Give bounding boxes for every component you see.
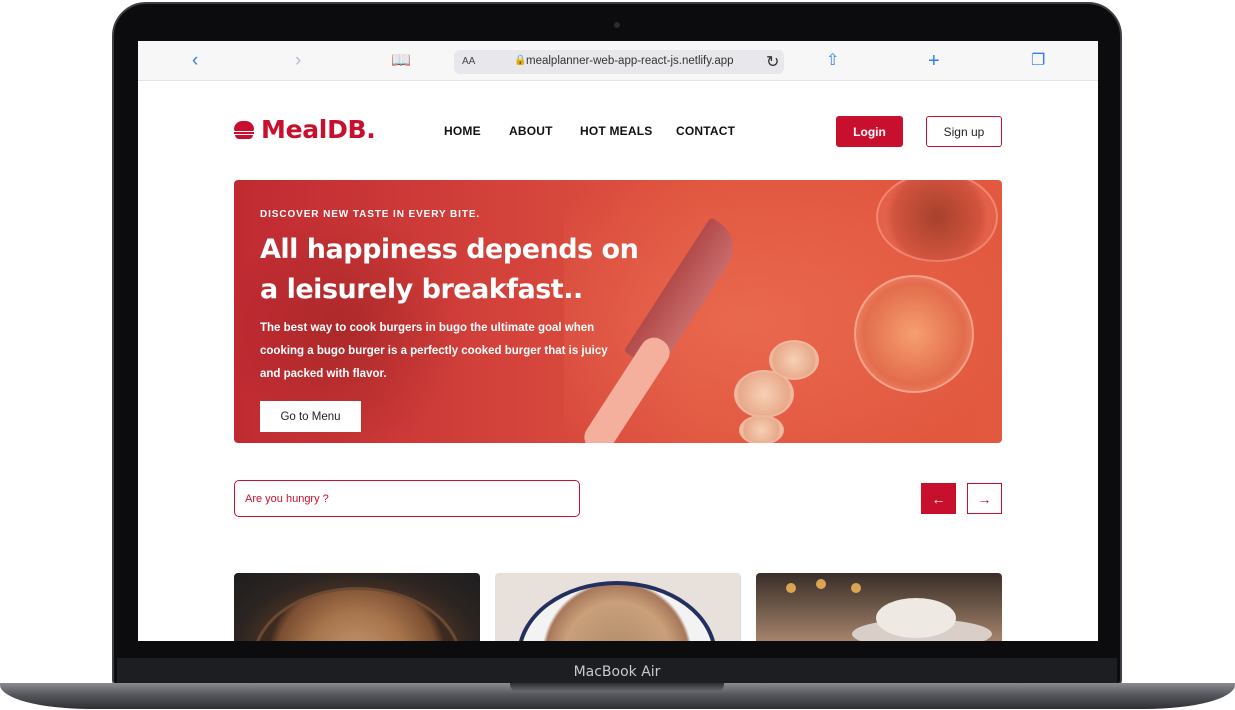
carousel-next-button[interactable]: → <box>967 483 1002 514</box>
nav-link-contact[interactable]: CONTACT <box>676 124 735 138</box>
arrow-left-icon: ← <box>931 490 946 507</box>
nav-link-hot-meals[interactable]: HOT MEALS <box>580 124 652 138</box>
camera <box>614 22 620 28</box>
browser-screen: ‹ › 📖 AA 🔒 mealplanner-web-app-react-js.… <box>138 41 1098 641</box>
login-button[interactable]: Login <box>836 116 903 147</box>
site-logo[interactable]: MealDB. <box>234 115 376 144</box>
address-bar[interactable]: AA 🔒 mealplanner-web-app-react-js.netlif… <box>454 50 784 74</box>
url-text: mealplanner-web-app-react-js.netlify.app <box>526 55 734 67</box>
tart-image <box>252 587 462 641</box>
tabs-overview-icon[interactable]: ❐ <box>1031 50 1045 72</box>
teacup-image <box>876 598 956 638</box>
logo-text: MealDB. <box>261 115 376 144</box>
pickle-bowl-decoration <box>854 275 974 393</box>
browser-toolbar: ‹ › 📖 AA 🔒 mealplanner-web-app-react-js.… <box>138 41 1098 81</box>
hero-banner: DISCOVER NEW TASTE IN EVERY BITE. All ha… <box>234 180 1002 443</box>
nav-link-home[interactable]: HOME <box>444 124 481 138</box>
forward-icon[interactable]: › <box>295 50 301 72</box>
cucumber-slice <box>734 370 794 418</box>
laptop-notch <box>510 683 724 692</box>
laptop-frame: ‹ › 📖 AA 🔒 mealplanner-web-app-react-js.… <box>0 0 1235 710</box>
lock-icon: 🔒 <box>514 55 527 66</box>
text-size-button[interactable]: AA <box>462 56 475 67</box>
carousel-prev-button[interactable]: ← <box>921 483 956 514</box>
go-to-menu-button[interactable]: Go to Menu <box>260 401 361 432</box>
device-label: MacBook Air <box>573 664 661 680</box>
meal-bowl-icon <box>234 120 254 139</box>
search-input[interactable] <box>234 480 580 517</box>
arrow-right-icon: → <box>977 490 992 507</box>
cucumber-slice <box>739 415 784 443</box>
new-tab-icon[interactable]: + <box>928 50 940 72</box>
hero-title: All happiness depends on a leisurely bre… <box>260 234 639 305</box>
nav-link-about[interactable]: ABOUT <box>509 124 553 138</box>
back-icon[interactable]: ‹ <box>192 50 198 72</box>
reload-icon[interactable]: ↻ <box>766 52 779 72</box>
crumble-image <box>517 581 717 641</box>
meal-card-image[interactable] <box>234 573 480 641</box>
hero-description: The best way to cook burgers in bugo the… <box>260 322 608 380</box>
meal-card-image[interactable] <box>756 573 1002 641</box>
hero-kicker: DISCOVER NEW TASTE IN EVERY BITE. <box>260 209 481 220</box>
share-icon[interactable]: ⇧ <box>826 50 839 72</box>
signup-button[interactable]: Sign up <box>926 116 1002 147</box>
meal-card-image[interactable] <box>495 573 741 641</box>
bookmarks-icon[interactable]: 📖 <box>391 50 411 72</box>
